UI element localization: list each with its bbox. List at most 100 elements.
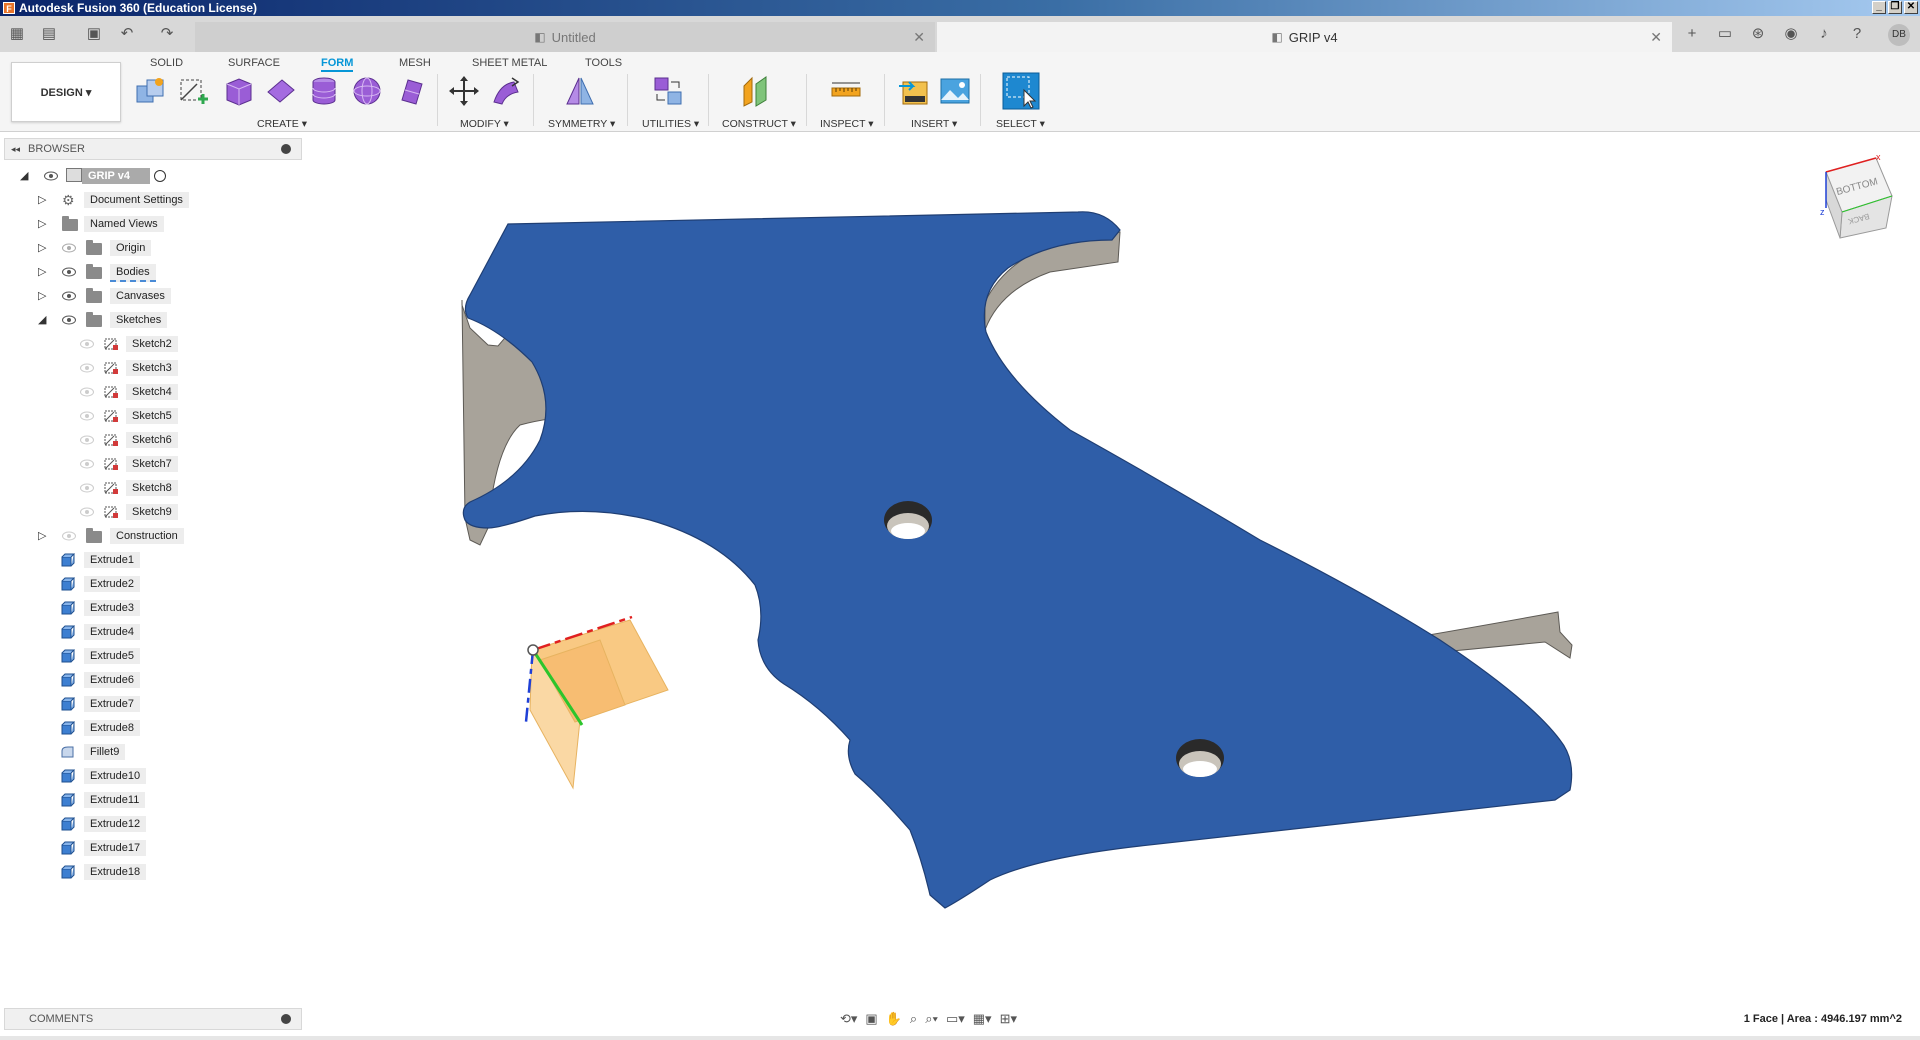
extensions-icon[interactable]: ⊛ <box>1749 25 1767 43</box>
save-icon[interactable]: ▣ <box>85 25 103 43</box>
attach-canvas-icon[interactable] <box>938 74 972 108</box>
select-menu[interactable]: SELECT ▾ <box>996 118 1045 130</box>
tab-sheet-metal[interactable]: SHEET METAL <box>472 57 547 69</box>
feature-label[interactable]: Extrude11 <box>84 792 146 808</box>
feature-label[interactable]: Extrude5 <box>84 648 141 664</box>
browser-panel-header[interactable]: ◂◂ BROWSER <box>4 138 302 160</box>
tab-close-icon[interactable]: ✕ <box>1650 29 1662 46</box>
cylinder-icon[interactable] <box>307 74 341 108</box>
user-avatar[interactable]: DB <box>1888 24 1910 46</box>
feature-label[interactable]: Fillet9 <box>84 744 126 760</box>
view-cube[interactable]: BOTTOM BACK x z <box>1820 152 1893 239</box>
construct-menu[interactable]: CONSTRUCT ▾ <box>722 118 796 130</box>
root-component-label[interactable]: GRIP v4 <box>82 168 150 184</box>
hidden-eye-icon[interactable] <box>80 363 94 373</box>
sketch-label[interactable]: Sketch8 <box>126 480 178 496</box>
sketches-label[interactable]: Sketches <box>110 312 168 328</box>
create-sketch-icon[interactable] <box>177 74 211 108</box>
origin-label[interactable]: Origin <box>110 240 152 256</box>
tab-surface[interactable]: SURFACE <box>228 57 280 69</box>
plane-icon[interactable] <box>264 74 298 108</box>
feature-label[interactable]: Extrude12 <box>84 816 147 832</box>
collapsed-triangle-icon[interactable]: ▷ <box>38 530 50 542</box>
tab-solid[interactable]: SOLID <box>150 57 183 69</box>
construction-label[interactable]: Construction <box>110 528 184 544</box>
collapsed-triangle-icon[interactable]: ▷ <box>38 218 50 230</box>
modify-menu[interactable]: MODIFY ▾ <box>460 118 509 130</box>
feature-label[interactable]: Extrude4 <box>84 624 141 640</box>
create-form-icon[interactable] <box>133 74 167 108</box>
tab-untitled[interactable]: ◧ Untitled ✕ <box>195 22 935 52</box>
comments-add-icon[interactable] <box>281 1014 291 1024</box>
insert-menu[interactable]: INSERT ▾ <box>911 118 957 130</box>
help-icon[interactable]: ? <box>1848 25 1866 43</box>
sketch-label[interactable]: Sketch6 <box>126 432 178 448</box>
hole-upper[interactable] <box>884 501 932 539</box>
look-at-icon[interactable]: ▣ <box>865 1011 877 1027</box>
hole-lower[interactable] <box>1176 739 1224 777</box>
browser-collapse-icon[interactable]: ◂◂ <box>11 144 20 155</box>
feature-label[interactable]: Extrude2 <box>84 576 141 592</box>
data-panel-grid-icon[interactable]: ▦ <box>8 25 26 43</box>
quadball-icon[interactable] <box>394 74 428 108</box>
edit-form-move-icon[interactable] <box>447 74 481 108</box>
visibility-eye-icon[interactable] <box>44 171 58 181</box>
origin-planes[interactable] <box>529 619 669 790</box>
feature-label[interactable]: Extrude8 <box>84 720 141 736</box>
feature-label[interactable]: Extrude1 <box>84 552 141 568</box>
box-icon[interactable] <box>221 74 255 108</box>
hidden-eye-icon[interactable] <box>80 411 94 421</box>
collapsed-triangle-icon[interactable]: ▷ <box>38 242 50 254</box>
hidden-eye-icon[interactable] <box>62 243 76 253</box>
origin-point[interactable] <box>527 644 539 656</box>
insert-edge-icon[interactable] <box>490 74 524 108</box>
minimize-button[interactable]: _ <box>1872 1 1886 14</box>
redo-icon[interactable]: ↷ <box>158 25 176 43</box>
3d-viewport[interactable]: BOTTOM BACK x z <box>0 133 1920 1005</box>
tab-tools[interactable]: TOOLS <box>585 57 622 69</box>
activate-radio-icon[interactable] <box>154 170 166 182</box>
offset-plane-icon[interactable] <box>740 74 774 108</box>
hidden-eye-icon[interactable] <box>80 459 94 469</box>
online-status-icon[interactable]: ◉ <box>1782 25 1800 43</box>
job-status-icon[interactable]: ▭ <box>1716 25 1734 43</box>
visibility-eye-icon[interactable] <box>62 315 76 325</box>
zoom-window-icon[interactable]: ⌕▾ <box>925 1011 938 1027</box>
feature-label[interactable]: Extrude6 <box>84 672 141 688</box>
sketch-label[interactable]: Sketch9 <box>126 504 178 520</box>
sketch-label[interactable]: Sketch3 <box>126 360 178 376</box>
zoom-icon[interactable]: ⌕ <box>910 1011 917 1027</box>
tab-grip-v4[interactable]: ◧ GRIP v4 ✕ <box>937 22 1672 52</box>
hidden-eye-icon[interactable] <box>80 483 94 493</box>
close-window-button[interactable]: ✕ <box>1904 1 1918 14</box>
new-tab-plus-icon[interactable]: + <box>1683 25 1701 43</box>
sphere-icon[interactable] <box>350 74 384 108</box>
mirror-symmetry-icon[interactable] <box>563 74 597 108</box>
collapsed-triangle-icon[interactable]: ▷ <box>38 290 50 302</box>
browser-pin-icon[interactable] <box>281 144 291 154</box>
feature-label[interactable]: Extrude10 <box>84 768 147 784</box>
hidden-eye-icon[interactable] <box>80 507 94 517</box>
collapsed-triangle-icon[interactable]: ▷ <box>38 194 50 206</box>
display-settings-icon[interactable]: ▭▾ <box>946 1011 965 1027</box>
hidden-eye-icon[interactable] <box>80 339 94 349</box>
tab-close-icon[interactable]: ✕ <box>913 29 925 46</box>
tab-form[interactable]: FORM <box>321 57 354 72</box>
feature-label[interactable]: Extrude18 <box>84 864 147 880</box>
sketch-label[interactable]: Sketch2 <box>126 336 178 352</box>
document-settings-label[interactable]: Document Settings <box>84 192 189 208</box>
bodies-label[interactable]: Bodies <box>110 264 156 282</box>
notifications-bell-icon[interactable]: ♪ <box>1815 25 1833 43</box>
visibility-eye-icon[interactable] <box>62 291 76 301</box>
tab-mesh[interactable]: MESH <box>399 57 431 69</box>
feature-label[interactable]: Extrude3 <box>84 600 141 616</box>
create-menu[interactable]: CREATE ▾ <box>257 118 307 130</box>
named-views-label[interactable]: Named Views <box>84 216 164 232</box>
hidden-eye-icon[interactable] <box>80 387 94 397</box>
convert-utilities-icon[interactable] <box>651 74 685 108</box>
workspace-switcher-button[interactable]: DESIGN ▾ <box>11 62 121 122</box>
comments-panel[interactable]: COMMENTS <box>4 1008 302 1030</box>
inspect-menu[interactable]: INSPECT ▾ <box>820 118 874 130</box>
feature-label[interactable]: Extrude7 <box>84 696 141 712</box>
expanded-triangle-icon[interactable]: ◢ <box>20 170 32 182</box>
